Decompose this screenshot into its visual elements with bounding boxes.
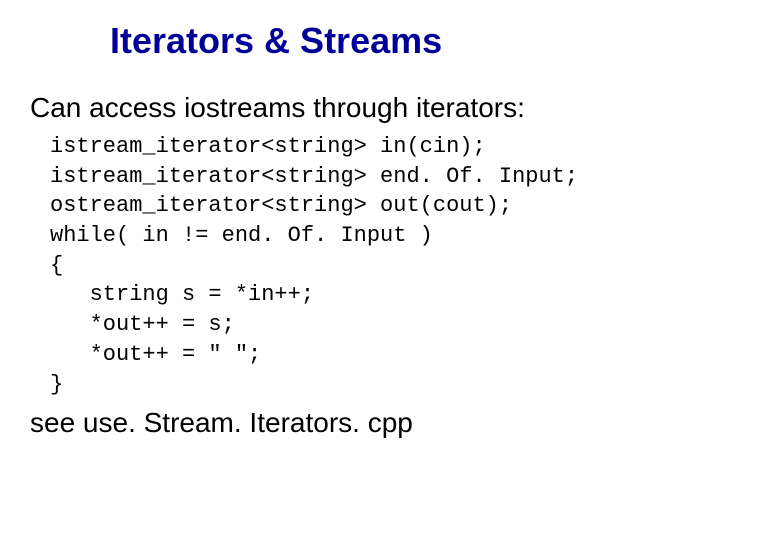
code-line: istream_iterator<string> end. Of. Input; <box>50 164 578 189</box>
code-line: istream_iterator<string> in(cin); <box>50 134 486 159</box>
code-line: ostream_iterator<string> out(cout); <box>50 193 512 218</box>
code-line: } <box>50 372 63 397</box>
code-block: istream_iterator<string> in(cin); istrea… <box>50 132 750 399</box>
code-line: *out++ = s; <box>50 312 235 337</box>
code-line: *out++ = " "; <box>50 342 261 367</box>
subtitle-text: Can access iostreams through iterators: <box>30 92 750 124</box>
code-line: string s = *in++; <box>50 282 314 307</box>
footer-note: see use. Stream. Iterators. cpp <box>30 407 750 439</box>
code-line: while( in != end. Of. Input ) <box>50 223 433 248</box>
page-title: Iterators & Streams <box>110 20 750 62</box>
code-line: { <box>50 253 63 278</box>
